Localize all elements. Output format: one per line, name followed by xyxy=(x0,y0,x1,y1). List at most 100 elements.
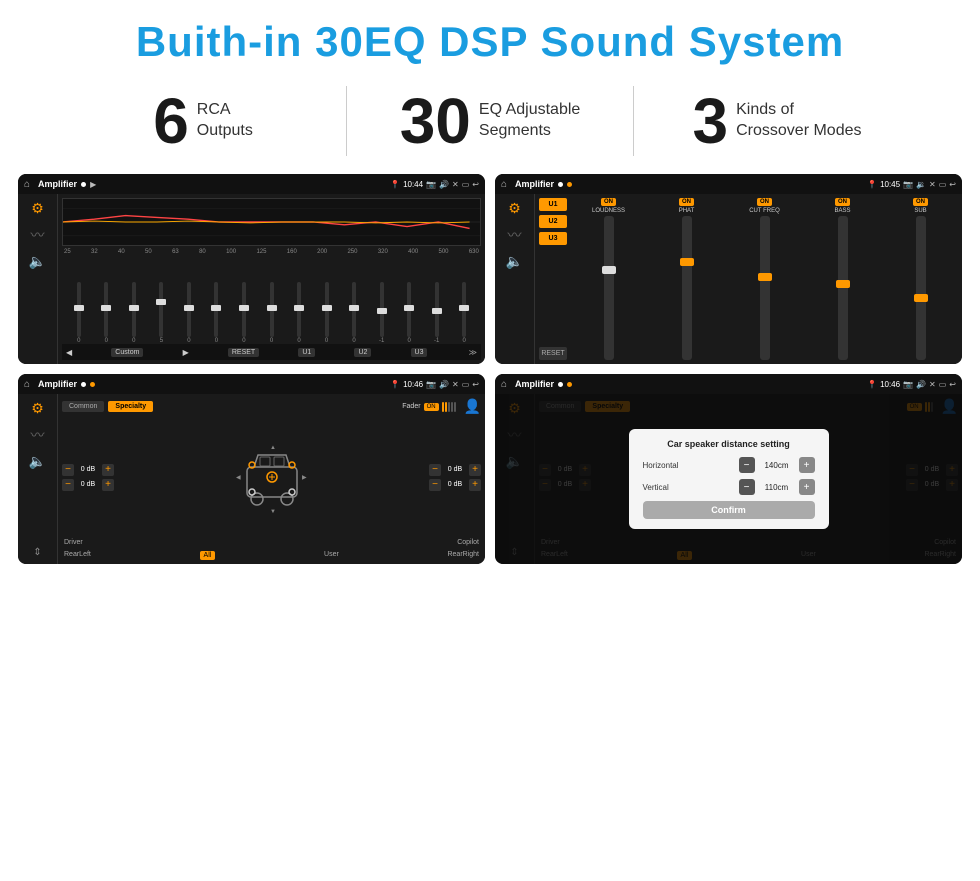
eq-icon-3[interactable]: ⚙ xyxy=(31,400,44,417)
rect-icon-2[interactable]: ▭ xyxy=(939,180,947,189)
eq-icon-1[interactable]: ⚙ xyxy=(31,200,44,217)
speaker-icon-2[interactable]: 🔈 xyxy=(506,253,523,270)
rect-icon-1[interactable]: ▭ xyxy=(462,180,470,189)
x-icon-4[interactable]: ✕ xyxy=(929,380,936,389)
plus-btn-l2[interactable]: + xyxy=(102,479,114,491)
reset-btn[interactable]: RESET xyxy=(228,348,259,357)
speaker-icon-3[interactable]: 🔈 xyxy=(29,453,46,470)
loudness-slider[interactable] xyxy=(604,216,614,360)
eq-slider-3[interactable]: 5 xyxy=(149,282,175,344)
loudness-on[interactable]: ON xyxy=(601,198,616,206)
vertical-plus-btn[interactable]: + xyxy=(799,479,815,495)
bottom-labels: Driver Copilot xyxy=(62,539,481,546)
common-tab[interactable]: Common xyxy=(62,401,104,412)
volume-icon-3[interactable]: 🔊 xyxy=(439,380,449,389)
rect-icon-4[interactable]: ▭ xyxy=(939,380,947,389)
bass-col: ON BASS xyxy=(805,198,880,360)
phat-on[interactable]: ON xyxy=(679,198,694,206)
fader-line-1 xyxy=(442,402,444,412)
plus-btn-r2[interactable]: + xyxy=(469,479,481,491)
u3-btn[interactable]: U3 xyxy=(411,348,428,357)
eq-slider-13[interactable]: -1 xyxy=(424,282,450,344)
vertical-minus-btn[interactable]: − xyxy=(739,479,755,495)
label-rearleft[interactable]: RearLeft xyxy=(64,551,91,560)
eq-slider-9[interactable]: 0 xyxy=(314,282,340,344)
volume-icon-4[interactable]: 🔊 xyxy=(916,380,926,389)
label-user[interactable]: User xyxy=(324,551,339,560)
u1-preset-btn[interactable]: U1 xyxy=(539,198,567,211)
next-arrow[interactable]: ▶ xyxy=(183,348,189,357)
eq-slider-6[interactable]: 0 xyxy=(231,282,257,344)
cutfreq-slider[interactable] xyxy=(760,216,770,360)
sub-on[interactable]: ON xyxy=(913,198,928,206)
x-icon-1[interactable]: ✕ xyxy=(452,180,459,189)
minus-btn-l1[interactable]: − xyxy=(62,464,74,476)
wave-icon-1[interactable]: 〰 xyxy=(31,225,45,245)
status-bar-2: ⌂ Amplifier 📍 10:45 📷 🔉 ✕ ▭ ↩ xyxy=(495,174,962,194)
eq-slider-10[interactable]: 0 xyxy=(341,282,367,344)
amp-reset-btn[interactable]: RESET xyxy=(539,347,567,360)
eq-slider-12[interactable]: 0 xyxy=(396,282,422,344)
home-icon-4[interactable]: ⌂ xyxy=(501,379,507,390)
horizontal-minus-btn[interactable]: − xyxy=(739,457,755,473)
arrow-icon-3[interactable]: ⇕ xyxy=(33,547,41,558)
camera-icon-1: 📷 xyxy=(426,180,436,189)
sub-slider[interactable] xyxy=(916,216,926,360)
wave-icon-2[interactable]: 〰 xyxy=(508,225,522,245)
plus-btn-r1[interactable]: + xyxy=(469,464,481,476)
eq-slider-0[interactable]: 0 xyxy=(66,282,92,344)
play-icon-1[interactable]: ▶ xyxy=(90,180,96,189)
label-all[interactable]: All xyxy=(200,551,216,560)
cutfreq-col: ON CUT FREQ xyxy=(727,198,802,360)
confirm-button[interactable]: Confirm xyxy=(643,501,815,519)
back-icon-2[interactable]: ↩ xyxy=(949,180,956,189)
eq-slider-2[interactable]: 0 xyxy=(121,282,147,344)
rect-icon-3[interactable]: ▭ xyxy=(462,380,470,389)
eq-slider-1[interactable]: 0 xyxy=(94,282,120,344)
x-icon-3[interactable]: ✕ xyxy=(452,380,459,389)
bass-on[interactable]: ON xyxy=(835,198,850,206)
home-icon-1[interactable]: ⌂ xyxy=(24,179,30,190)
eq-slider-4[interactable]: 0 xyxy=(176,282,202,344)
home-icon-3[interactable]: ⌂ xyxy=(24,379,30,390)
horizontal-label: Horizontal xyxy=(643,461,679,470)
back-icon-3[interactable]: ↩ xyxy=(472,380,479,389)
eq-slider-14[interactable]: 0 xyxy=(451,282,477,344)
avatar-icon-3[interactable]: 👤 xyxy=(464,398,481,415)
horizontal-plus-btn[interactable]: + xyxy=(799,457,815,473)
custom-btn[interactable]: Custom xyxy=(111,348,143,357)
eq-slider-5[interactable]: 0 xyxy=(204,282,230,344)
cutfreq-on[interactable]: ON xyxy=(757,198,772,206)
u1-btn[interactable]: U1 xyxy=(298,348,315,357)
u2-btn[interactable]: U2 xyxy=(354,348,371,357)
expand-icon[interactable]: ≫ xyxy=(469,348,477,357)
back-icon-4[interactable]: ↩ xyxy=(949,380,956,389)
u3-preset-btn[interactable]: U3 xyxy=(539,232,567,245)
volume-icon-2[interactable]: 🔉 xyxy=(916,180,926,189)
minus-btn-r2[interactable]: − xyxy=(429,479,441,491)
minus-btn-r1[interactable]: − xyxy=(429,464,441,476)
u2-preset-btn[interactable]: U2 xyxy=(539,215,567,228)
fader-on-badge[interactable]: ON xyxy=(424,403,439,411)
back-icon-1[interactable]: ↩ xyxy=(472,180,479,189)
minus-btn-l2[interactable]: − xyxy=(62,479,74,491)
prev-arrow[interactable]: ◀ xyxy=(66,348,72,357)
bass-slider[interactable] xyxy=(838,216,848,360)
label-rearright[interactable]: RearRight xyxy=(447,551,479,560)
eq-slider-8[interactable]: 0 xyxy=(286,282,312,344)
home-icon-2[interactable]: ⌂ xyxy=(501,179,507,190)
x-icon-2[interactable]: ✕ xyxy=(929,180,936,189)
eq-slider-7[interactable]: 0 xyxy=(259,282,285,344)
specialty-tab[interactable]: Specialty xyxy=(108,401,153,412)
wave-icon-3[interactable]: 〰 xyxy=(31,425,45,445)
volume-icon-1[interactable]: 🔊 xyxy=(439,180,449,189)
eq-icon-2[interactable]: ⚙ xyxy=(508,200,521,217)
plus-btn-l1[interactable]: + xyxy=(102,464,114,476)
speaker-icon-1[interactable]: 🔈 xyxy=(29,253,46,270)
status-icons-4: 📍 10:46 📷 🔊 ✕ ▭ ↩ xyxy=(867,380,956,389)
eq-slider-11[interactable]: -1 xyxy=(369,282,395,344)
screen-amp: ⌂ Amplifier 📍 10:45 📷 🔉 ✕ ▭ ↩ ⚙ 〰 🔈 xyxy=(495,174,962,364)
label-driver[interactable]: Driver xyxy=(64,539,83,546)
phat-slider[interactable] xyxy=(682,216,692,360)
label-copilot[interactable]: Copilot xyxy=(457,539,479,546)
